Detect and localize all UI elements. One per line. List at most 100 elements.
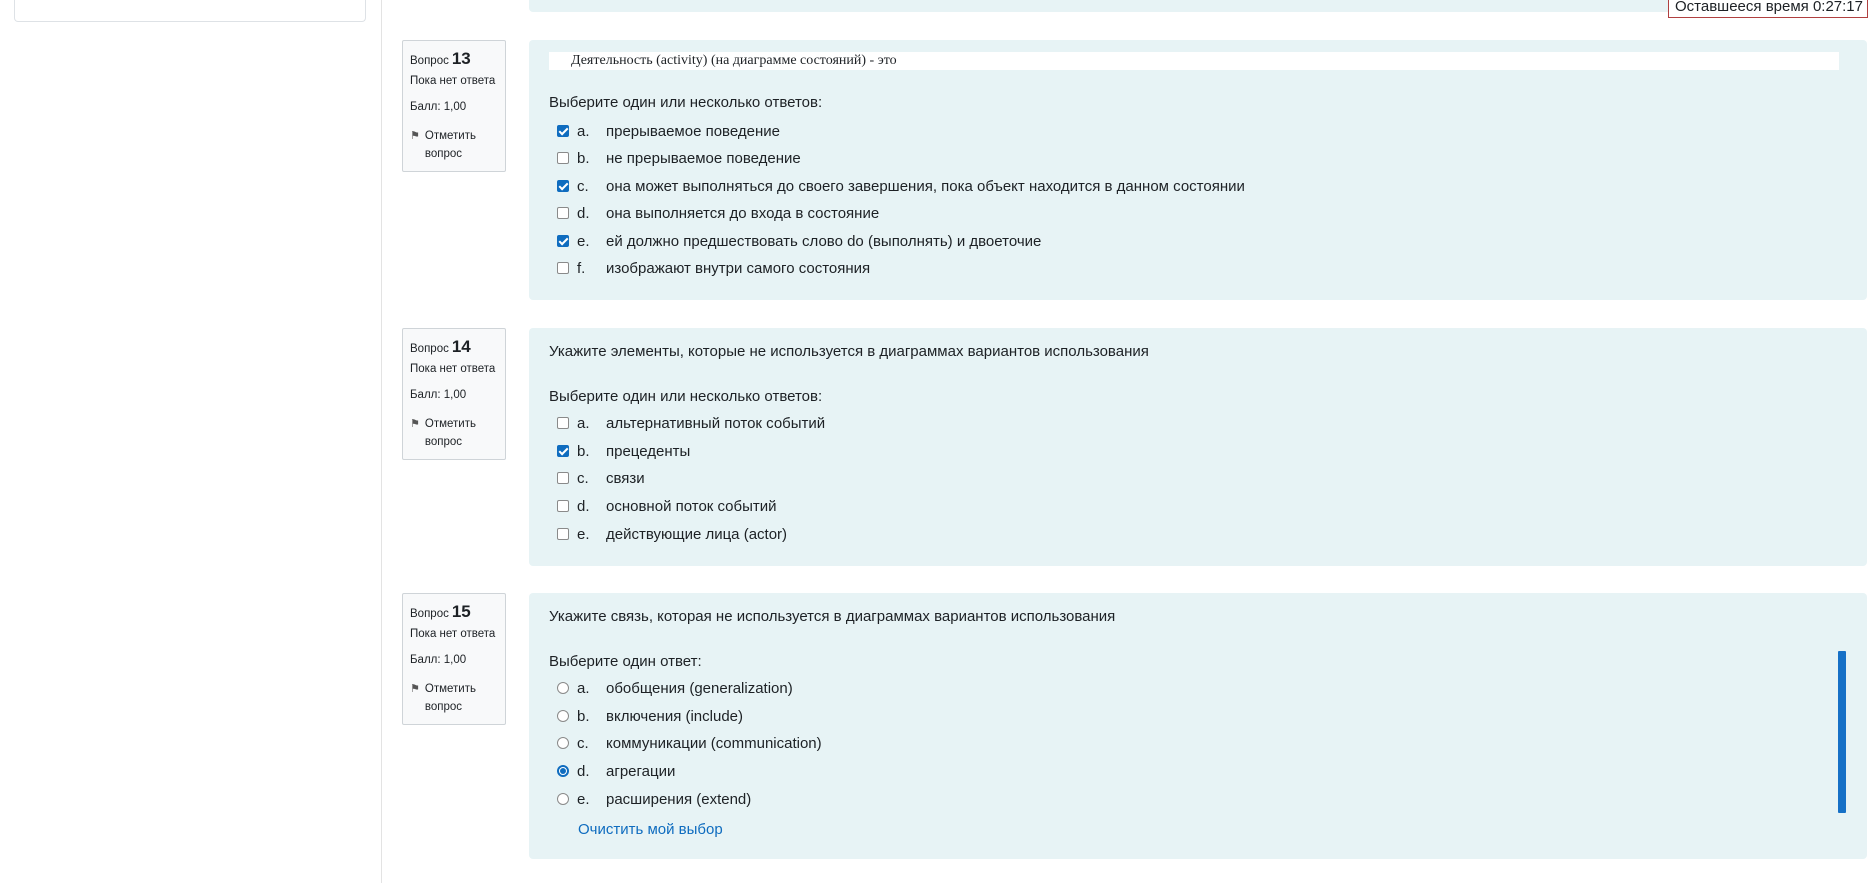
- question-panel-15: Укажите связь, которая не используется в…: [529, 593, 1867, 859]
- answer-option[interactable]: e. ей должно предшествовать слово do (вы…: [557, 231, 1041, 251]
- answer-option[interactable]: b. включения (include): [557, 706, 743, 726]
- checkbox[interactable]: [557, 417, 569, 429]
- option-label[interactable]: связи: [606, 470, 645, 487]
- answer-option[interactable]: e. расширения (extend): [557, 789, 751, 809]
- scrollbar[interactable]: [1838, 651, 1846, 813]
- question-status: Пока нет ответа: [410, 363, 496, 375]
- answer-option[interactable]: e. действующие лица (actor): [557, 524, 787, 544]
- question-status: Пока нет ответа: [410, 75, 496, 87]
- radio-button[interactable]: [557, 765, 569, 777]
- answer-option[interactable]: c. связи: [557, 468, 645, 488]
- answer-option[interactable]: b. не прерываемое поведение: [557, 148, 801, 168]
- option-label[interactable]: ей должно предшествовать слово do (выпол…: [606, 233, 1041, 250]
- option-label[interactable]: не прерываемое поведение: [606, 150, 801, 167]
- question-word: Вопрос: [410, 608, 449, 620]
- answer-option[interactable]: a. прерываемое поведение: [557, 121, 780, 141]
- question-info-15: Вопрос 15 Пока нет ответа Балл: 1,00 ⚑ О…: [402, 593, 506, 725]
- option-label[interactable]: изображают внутри самого состояния: [606, 260, 870, 277]
- option-letter: b.: [577, 149, 590, 167]
- checkbox[interactable]: [557, 445, 569, 457]
- radio-button[interactable]: [557, 737, 569, 749]
- option-letter: c.: [577, 177, 589, 195]
- left-sidebar-block: [14, 0, 366, 22]
- flag-label-line2: вопрос: [424, 701, 463, 713]
- checkbox[interactable]: [557, 500, 569, 512]
- checkbox[interactable]: [557, 528, 569, 540]
- option-label[interactable]: прерываемое поведение: [606, 123, 780, 140]
- flag-question-link[interactable]: ⚑ Отметить вопрос: [410, 127, 498, 163]
- flag-icon: ⚑: [410, 130, 420, 142]
- question-info-14: Вопрос 14 Пока нет ответа Балл: 1,00 ⚑ О…: [402, 328, 506, 460]
- checkbox[interactable]: [557, 262, 569, 274]
- option-label[interactable]: включения (include): [606, 708, 743, 725]
- previous-question-panel: [529, 0, 1867, 12]
- option-letter: a.: [577, 679, 590, 697]
- option-letter: b.: [577, 707, 590, 725]
- option-letter: e.: [577, 232, 590, 250]
- question-status: Пока нет ответа: [410, 628, 496, 640]
- option-label[interactable]: альтернативный поток событий: [606, 415, 825, 432]
- option-letter: c.: [577, 469, 589, 487]
- question-info-13: Вопрос 13 Пока нет ответа Балл: 1,00 ⚑ О…: [402, 40, 506, 172]
- answer-option[interactable]: f. изображают внутри самого состояния: [557, 258, 870, 278]
- flag-label-line2: вопрос: [424, 436, 463, 448]
- column-divider: [381, 0, 382, 883]
- answer-option[interactable]: d. агрегации: [557, 761, 675, 781]
- option-letter: b.: [577, 442, 590, 460]
- option-letter: d.: [577, 204, 590, 222]
- option-letter: c.: [577, 734, 589, 752]
- radio-button[interactable]: [557, 710, 569, 722]
- answer-option[interactable]: c. она может выполняться до своего завер…: [557, 176, 1245, 196]
- flag-question-link[interactable]: ⚑ Отметить вопрос: [410, 680, 498, 716]
- checkbox[interactable]: [557, 125, 569, 137]
- option-letter: f.: [577, 259, 586, 277]
- question-text: Укажите связь, которая не используется в…: [549, 608, 1116, 625]
- answer-option[interactable]: a. обобщения (generalization): [557, 678, 793, 698]
- flag-label-line1: Отметить: [424, 683, 476, 695]
- option-label[interactable]: прецеденты: [606, 443, 690, 460]
- question-word: Вопрос: [410, 343, 449, 355]
- checkbox[interactable]: [557, 207, 569, 219]
- option-label[interactable]: действующие лица (actor): [606, 526, 787, 543]
- answer-option[interactable]: c. коммуникации (communication): [557, 733, 822, 753]
- question-grade: Балл: 1,00: [410, 654, 467, 666]
- answer-prompt: Выберите один или несколько ответов:: [549, 388, 823, 405]
- checkbox[interactable]: [557, 152, 569, 164]
- answer-option[interactable]: d. основной поток событий: [557, 496, 777, 516]
- option-label[interactable]: обобщения (generalization): [606, 680, 793, 697]
- question-text: Деятельность (activity) (на диаграмме со…: [549, 52, 1839, 70]
- question-number: 14: [451, 337, 471, 356]
- option-letter: d.: [577, 762, 590, 780]
- question-text: Укажите элементы, которые не используетс…: [549, 343, 1149, 360]
- clear-choice-link[interactable]: Очистить мой выбор: [578, 821, 723, 838]
- option-label[interactable]: агрегации: [606, 763, 675, 780]
- flag-question-link[interactable]: ⚑ Отметить вопрос: [410, 415, 498, 451]
- answer-prompt: Выберите один или несколько ответов:: [549, 94, 823, 111]
- answer-option[interactable]: a. альтернативный поток событий: [557, 413, 825, 433]
- flag-icon: ⚑: [410, 683, 420, 695]
- option-label[interactable]: коммуникации (communication): [606, 735, 822, 752]
- answer-option[interactable]: b. прецеденты: [557, 441, 690, 461]
- option-letter: a.: [577, 122, 590, 140]
- option-label[interactable]: расширения (extend): [606, 791, 751, 808]
- question-panel-14: Укажите элементы, которые не используетс…: [529, 328, 1867, 566]
- checkbox[interactable]: [557, 180, 569, 192]
- question-number: 13: [451, 49, 471, 68]
- flag-label-line1: Отметить: [424, 418, 476, 430]
- checkbox[interactable]: [557, 235, 569, 247]
- option-letter: d.: [577, 497, 590, 515]
- option-label[interactable]: основной поток событий: [606, 498, 777, 515]
- flag-label-line2: вопрос: [424, 148, 463, 160]
- question-number: 15: [451, 602, 471, 621]
- question-panel-13: Деятельность (activity) (на диаграмме со…: [529, 40, 1867, 300]
- answer-option[interactable]: d. она выполняется до входа в состояние: [557, 203, 879, 223]
- radio-button[interactable]: [557, 682, 569, 694]
- option-label[interactable]: она может выполняться до своего завершен…: [606, 178, 1245, 195]
- answer-prompt: Выберите один ответ:: [549, 653, 702, 670]
- flag-icon: ⚑: [410, 418, 420, 430]
- question-grade: Балл: 1,00: [410, 101, 467, 113]
- radio-button[interactable]: [557, 793, 569, 805]
- option-label[interactable]: она выполняется до входа в состояние: [606, 205, 879, 222]
- option-letter: a.: [577, 414, 590, 432]
- checkbox[interactable]: [557, 472, 569, 484]
